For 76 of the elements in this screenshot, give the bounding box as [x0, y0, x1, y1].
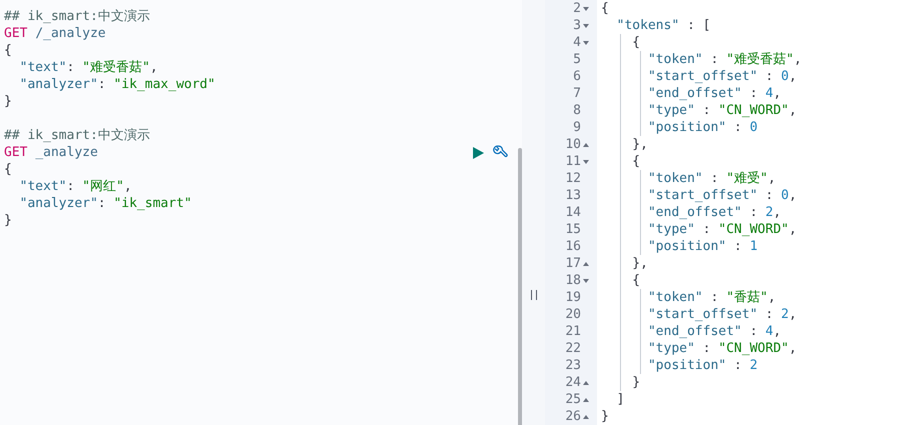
code-line: },: [631, 136, 648, 153]
line-number: 6: [573, 68, 581, 85]
code-line: "end_offset" : 2,: [646, 204, 782, 221]
line-number: 15: [565, 221, 581, 238]
code-line[interactable]: {: [0, 161, 12, 178]
fold-caret-icon[interactable]: [583, 158, 589, 164]
line-number: 22: [565, 340, 581, 357]
line-number: 17: [565, 255, 581, 272]
code-line: "start_offset" : 0,: [646, 68, 797, 85]
line-number: 10: [565, 136, 581, 153]
code-line: "type" : "CN_WORD",: [646, 102, 797, 119]
resize-handle[interactable]: [530, 290, 536, 300]
code-line: "start_offset" : 2,: [646, 306, 797, 323]
line-number: 8: [573, 102, 581, 119]
line-number: 21: [565, 323, 581, 340]
line-number: 12: [565, 170, 581, 187]
line-number: 4: [573, 34, 581, 51]
code-line: }: [631, 374, 640, 391]
code-line: ]: [616, 391, 624, 408]
line-number: 20: [565, 306, 581, 323]
code-line: "position" : 1: [646, 238, 758, 255]
code-line: "end_offset" : 4,: [646, 85, 782, 102]
code-line: "type" : "CN_WORD",: [646, 340, 797, 357]
code-line[interactable]: "analyzer": "ik_max_word": [0, 76, 216, 93]
line-number: 26: [565, 408, 581, 425]
code-line: }: [600, 408, 609, 425]
fold-caret-icon[interactable]: [583, 380, 589, 386]
code-line: {: [631, 272, 640, 289]
code-line[interactable]: GET _analyze: [0, 144, 98, 161]
code-line[interactable]: ## ik_smart:中文演示: [0, 8, 150, 25]
code-line: {: [631, 153, 640, 170]
code-line[interactable]: "analyzer": "ik_smart": [0, 195, 192, 212]
code-line: "token" : "难受香菇",: [646, 51, 802, 68]
code-line: "token" : "香菇",: [646, 289, 776, 306]
scrollbar-thumb[interactable]: [518, 148, 522, 425]
code-line: "tokens" : [: [616, 17, 711, 34]
line-number: 18: [565, 272, 581, 289]
line-number: 14: [565, 204, 581, 221]
line-number: 25: [565, 391, 581, 408]
code-line[interactable]: }: [0, 93, 12, 110]
code-line[interactable]: }: [0, 212, 12, 229]
line-number: 24: [565, 374, 581, 391]
fold-caret-icon[interactable]: [583, 260, 589, 266]
code-line: {: [631, 34, 640, 51]
play-icon[interactable]: [472, 146, 484, 158]
code-line: "type" : "CN_WORD",: [646, 221, 797, 238]
code-line: "token" : "难受",: [646, 170, 776, 187]
code-line[interactable]: {: [0, 42, 12, 59]
code-line: "end_offset" : 4,: [646, 323, 782, 340]
fold-caret-icon[interactable]: [583, 278, 589, 284]
fold-caret-icon[interactable]: [583, 396, 589, 402]
code-line: {: [600, 0, 609, 17]
line-number: 5: [573, 51, 581, 68]
line-number: 9: [573, 119, 581, 136]
code-line[interactable]: GET /_analyze: [0, 25, 106, 42]
fold-caret-icon[interactable]: [583, 414, 589, 420]
line-number: 7: [573, 85, 581, 102]
fold-caret-icon[interactable]: [583, 6, 589, 12]
fold-caret-icon[interactable]: [583, 22, 589, 28]
wrench-icon[interactable]: [493, 145, 508, 160]
line-number: 2: [573, 0, 581, 17]
line-number: 3: [573, 17, 581, 34]
line-number: 11: [565, 153, 581, 170]
code-line[interactable]: "text": "难受香菇",: [0, 59, 158, 76]
code-line: },: [631, 255, 648, 272]
line-number: 19: [565, 289, 581, 306]
line-number: 16: [565, 238, 581, 255]
code-line: "position" : 2: [646, 357, 758, 374]
code-line: "start_offset" : 0,: [646, 187, 797, 204]
code-line[interactable]: "text": "网红",: [0, 178, 132, 195]
line-number: 13: [565, 187, 581, 204]
line-number: 23: [565, 357, 581, 374]
fold-caret-icon[interactable]: [583, 142, 589, 148]
code-line: "position" : 0: [646, 119, 758, 136]
fold-caret-icon[interactable]: [583, 40, 589, 46]
code-line[interactable]: ## ik_smart:中文演示: [0, 127, 150, 144]
